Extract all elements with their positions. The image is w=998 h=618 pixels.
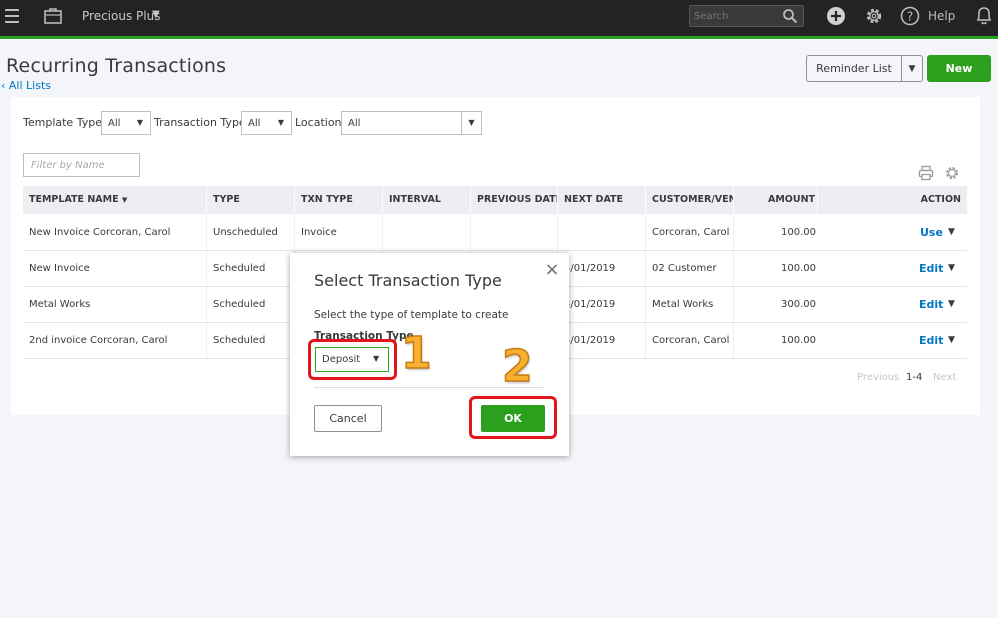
annotation-highlight-dropdown [308,339,397,380]
new-button[interactable]: New [927,55,991,82]
column-header-next-date[interactable]: NEXT DATE [558,186,646,214]
type-cell: Scheduled [207,251,295,286]
hamburger-menu-icon[interactable] [5,9,19,23]
pagination-range: 1-4 [906,372,923,383]
amount-cell: 100.00 [781,335,816,346]
table-header: TEMPLATE NAME ▼ TYPE TXN TYPE INTERVAL P… [23,186,967,214]
dialog-subtitle: Select the type of template to create [314,309,509,321]
brand-accent-line [0,36,998,39]
close-icon[interactable]: × [543,259,561,280]
table-settings-gear-icon[interactable] [944,165,960,185]
chevron-down-icon: ▼ [461,112,481,134]
help-question-icon[interactable]: ? [900,6,920,30]
search-box[interactable] [689,5,804,27]
filter-by-name-input[interactable] [23,153,140,177]
annotation-highlight-ok [469,396,557,439]
action-chevron-down-icon[interactable]: ▼ [948,251,955,286]
template-name-cell: New Invoice Corcoran, Carol [23,215,207,250]
edit-action-link[interactable]: Edit [919,323,943,358]
edit-action-link[interactable]: Edit [919,287,943,322]
amount-cell: 100.00 [781,263,816,274]
annotation-step-2: 2 [501,340,533,393]
template-type-select[interactable]: All ▼ [101,111,151,135]
template-name-cell: 2nd invoice Corcoran, Carol [23,323,207,358]
all-lists-label: All Lists [8,79,51,92]
interval-cell [383,215,471,250]
customer-cell: Corcoran, Carol [646,215,734,250]
chevron-down-icon: ▼ [277,118,285,127]
amount-cell: 100.00 [781,227,816,238]
search-input[interactable] [694,9,774,23]
chevron-down-icon: ▼ [908,63,916,74]
dialog-title: Select Transaction Type [314,271,502,290]
company-name[interactable]: Precious Plus [82,9,160,23]
type-cell: Scheduled [207,323,295,358]
pagination-previous[interactable]: Previous [857,372,899,383]
column-header-template-name[interactable]: TEMPLATE NAME ▼ [23,186,207,214]
table-row[interactable]: New Invoice Corcoran, Carol Unscheduled … [23,215,967,251]
amount-cell: 300.00 [781,299,816,310]
txn-type-cell: Invoice [295,215,383,250]
column-header-amount[interactable]: AMOUNT [734,186,818,214]
action-chevron-down-icon[interactable]: ▼ [948,323,955,358]
type-cell: Scheduled [207,287,295,322]
previous-date-cell [471,215,558,250]
location-select[interactable]: All ▼ [341,111,482,135]
company-chevron-down-icon[interactable]: ▼ [152,9,160,20]
customer-cell: Corcoran, Carol [646,323,734,358]
column-header-type[interactable]: TYPE [207,186,295,214]
customer-cell: 02 Customer [646,251,734,286]
print-icon[interactable] [918,165,934,185]
chevron-down-icon: ▼ [136,118,144,127]
pagination-next[interactable]: Next [933,372,956,383]
next-date-cell: 4/01/2019 [558,251,646,286]
location-label: Location [295,116,342,129]
column-header-previous-date[interactable]: PREVIOUS DATE [471,186,558,214]
annotation-step-1: 1 [400,327,432,380]
search-icon[interactable] [782,8,798,28]
all-lists-back-link[interactable]: ‹ All Lists [1,79,51,92]
reminder-list-dropdown-button[interactable]: ▼ [901,55,923,82]
use-action-link[interactable]: Use [920,215,943,250]
chevron-left-icon: ‹ [1,79,9,92]
action-chevron-down-icon[interactable]: ▼ [948,287,955,322]
transaction-type-label: Transaction Type [154,116,246,129]
template-type-label: Template Type [23,116,102,129]
column-header-action: ACTION [920,194,961,205]
column-header-customer-vendor[interactable]: CUSTOMER/VENDOR [646,186,734,214]
column-header-txn-type[interactable]: TXN TYPE [295,186,383,214]
reminder-list-button[interactable]: Reminder List [806,55,901,82]
cancel-button[interactable]: Cancel [314,405,382,432]
notification-bell-icon[interactable] [974,5,994,31]
location-value: All [348,118,361,129]
create-plus-icon[interactable] [826,6,846,30]
sort-descending-icon: ▼ [121,196,128,204]
type-cell: Unscheduled [207,215,295,250]
column-header-interval[interactable]: INTERVAL [383,186,471,214]
transaction-type-value: All [248,118,261,129]
page-title: Recurring Transactions [6,55,227,77]
edit-action-link[interactable]: Edit [919,251,943,286]
template-name-cell: New Invoice [23,251,207,286]
customer-cell: Metal Works [646,287,734,322]
next-date-cell [558,215,646,250]
template-name-cell: Metal Works [23,287,207,322]
company-briefcase-icon[interactable] [43,6,63,26]
template-type-value: All [108,118,121,129]
svg-text:?: ? [907,10,913,24]
next-date-cell: 4/01/2019 [558,287,646,322]
next-date-cell: 4/01/2019 [558,323,646,358]
gear-icon[interactable] [864,6,884,30]
action-chevron-down-icon[interactable]: ▼ [948,215,955,250]
help-label[interactable]: Help [928,9,955,23]
transaction-type-select[interactable]: All ▼ [241,111,292,135]
